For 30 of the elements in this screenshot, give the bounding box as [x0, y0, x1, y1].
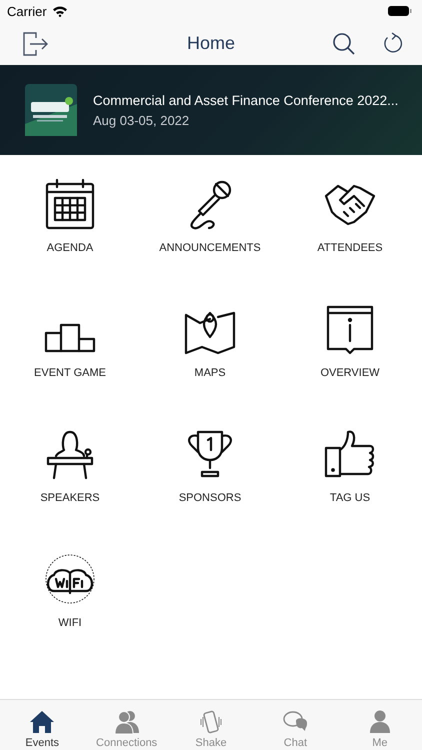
menu-tile[interactable]: WIFI [44, 553, 96, 629]
menu-tile[interactable]: TAG US [324, 428, 376, 504]
menu-tile[interactable]: OVERVIEW [320, 303, 380, 379]
podium-icon [44, 323, 96, 353]
logout-icon [22, 30, 48, 56]
phone-icon [198, 709, 224, 735]
event-banner[interactable]: Commercial and Asset Finance Conference 2022... Aug 03-05, 2022 [0, 65, 422, 155]
refresh-icon [382, 32, 404, 56]
tab-bar-item[interactable]: Events [0, 700, 84, 750]
menu-tile[interactable]: SPONSORS [178, 428, 242, 504]
calendar-icon [44, 178, 96, 230]
screen-title: Home [186, 33, 236, 54]
menu-tile[interactable]: EVENT GAME [34, 303, 106, 379]
search-icon [332, 32, 356, 56]
info-icon [324, 303, 376, 355]
menu-tile[interactable]: MAPS [184, 303, 236, 379]
house-icon [29, 709, 56, 735]
wifi-icon [44, 553, 96, 605]
menu-tile[interactable]: AGENDA [44, 178, 96, 254]
menu-tile[interactable]: SPEAKERS [40, 428, 100, 504]
wifi-signal-icon [52, 5, 68, 17]
event-title: Commercial and Asset Finance Conference 2022... [93, 92, 398, 108]
menu-tile[interactable]: ANNOUNCEMENTS [159, 178, 261, 254]
menu-tile[interactable]: ATTENDEES [317, 178, 383, 254]
event-dates: Aug 03-05, 2022 [93, 112, 190, 128]
speaker-podium-icon [44, 428, 96, 480]
battery-icon [388, 5, 412, 17]
carrier-label: Carrier [7, 4, 47, 18]
people-icon [114, 709, 140, 735]
thumbs-up-icon [324, 428, 376, 480]
